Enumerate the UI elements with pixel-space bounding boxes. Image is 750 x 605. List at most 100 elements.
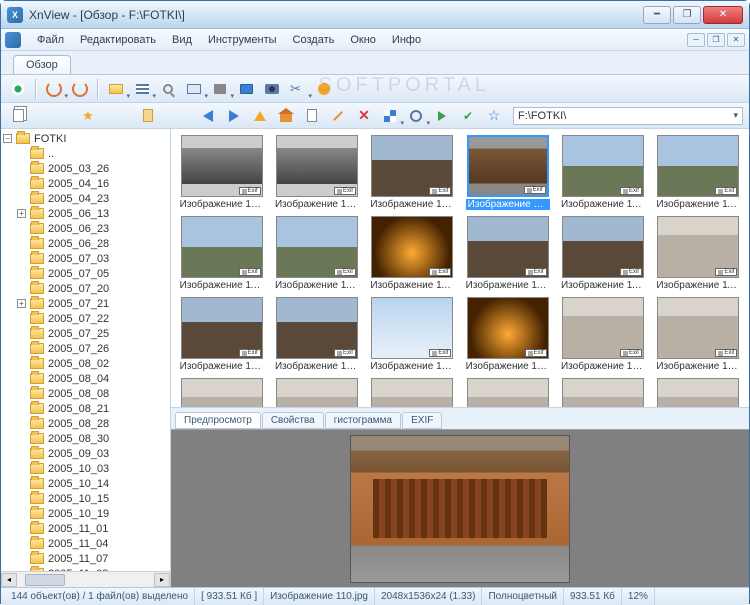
slideshow-button[interactable] xyxy=(183,78,205,100)
thumbnail-item[interactable]: ExifИзображение 12... xyxy=(175,376,268,407)
thumbnail-item[interactable]: ExifИзображение 11... xyxy=(175,214,268,293)
window-minimize-button[interactable]: ━ xyxy=(643,6,671,24)
tree-folder-item[interactable]: +2005_08_21 xyxy=(1,401,170,416)
open-button[interactable] xyxy=(105,78,127,100)
scroll-right-button[interactable]: ▸ xyxy=(154,573,170,587)
thumbnail-item[interactable]: ExifИзображение 12... xyxy=(366,295,459,374)
tree-folder-item[interactable]: +2005_11_01 xyxy=(1,521,170,536)
thumbnail-item[interactable]: ExifИзображение 11... xyxy=(556,133,649,212)
scroll-left-button[interactable]: ◂ xyxy=(1,573,17,587)
thumbnail-image[interactable]: Exif xyxy=(562,216,644,278)
thumbnail-image[interactable]: Exif xyxy=(467,216,549,278)
thumbnail-image[interactable]: Exif xyxy=(562,378,644,407)
thumbnail-image[interactable]: Exif xyxy=(181,216,263,278)
thumbnail-image[interactable]: Exif xyxy=(276,135,358,197)
new-doc-button[interactable] xyxy=(301,105,323,127)
menu-file[interactable]: Файл xyxy=(29,32,72,48)
thumbnail-image[interactable]: Exif xyxy=(276,378,358,407)
tree-folder-item[interactable]: +2005_11_04 xyxy=(1,536,170,551)
thumbnail-item[interactable]: ExifИзображение 12... xyxy=(556,376,649,407)
tree-folder-item[interactable]: +2005_10_15 xyxy=(1,491,170,506)
tree-folder-item[interactable]: +2005_04_23 xyxy=(1,191,170,206)
copy-button[interactable] xyxy=(7,105,29,127)
thumbnail-image[interactable]: Exif xyxy=(467,378,549,407)
thumbnail-item[interactable]: ExifИзображение 12... xyxy=(652,295,745,374)
thumbnail-image[interactable]: Exif xyxy=(657,378,739,407)
menu-info[interactable]: Инфо xyxy=(384,32,429,48)
tree-folder-item[interactable]: +2005_10_14 xyxy=(1,476,170,491)
tree-folder-item[interactable]: +2005_08_02 xyxy=(1,356,170,371)
tree-folder-item[interactable]: +2005_08_30 xyxy=(1,431,170,446)
thumbnail-image[interactable]: Exif xyxy=(657,216,739,278)
mdi-minimize-button[interactable]: ─ xyxy=(687,33,705,47)
thumbnail-item[interactable]: ExifИзображение 11... xyxy=(270,214,363,293)
thumbnail-image[interactable]: Exif xyxy=(371,216,453,278)
menu-edit[interactable]: Редактировать xyxy=(72,32,164,48)
thumbnail-image[interactable]: Exif xyxy=(181,378,263,407)
tree-folder-item[interactable]: +2005_06_23 xyxy=(1,221,170,236)
tree-folder-item[interactable]: +2005_03_26 xyxy=(1,161,170,176)
thumbnail-image[interactable]: Exif xyxy=(181,297,263,359)
play-button[interactable] xyxy=(431,105,453,127)
thumbnail-image[interactable]: Exif xyxy=(562,135,644,197)
thumbnail-item[interactable]: ExifИзображение 12... xyxy=(366,376,459,407)
thumbnail-item[interactable]: ExifИзображение 11... xyxy=(366,214,459,293)
apply-button[interactable]: ✔ xyxy=(457,105,479,127)
thumbnail-item[interactable]: ExifИзображение 11... xyxy=(461,133,554,212)
thumbnail-item[interactable]: ExifИзображение 11... xyxy=(652,214,745,293)
mdi-close-button[interactable]: ✕ xyxy=(727,33,745,47)
preview-button[interactable] xyxy=(7,78,29,100)
thumbnail-item[interactable]: ExifИзображение 11... xyxy=(652,133,745,212)
tree-folder-item[interactable]: +2005_04_16 xyxy=(1,176,170,191)
zoom-button[interactable] xyxy=(405,105,427,127)
thumbnail-image[interactable]: Exif xyxy=(371,297,453,359)
menu-create[interactable]: Создать xyxy=(285,32,343,48)
tree-folder-item[interactable]: +2005_10_19 xyxy=(1,506,170,521)
thumbnail-item[interactable]: ExifИзображение 10... xyxy=(366,133,459,212)
nav-forward-button[interactable] xyxy=(223,105,245,127)
settings-button[interactable] xyxy=(313,78,335,100)
folder-tree[interactable]: −FOTKI+..+2005_03_26+2005_04_16+2005_04_… xyxy=(1,129,170,571)
thumbnail-item[interactable]: ExifИзображение 12... xyxy=(175,295,268,374)
thumbnail-item[interactable]: ExifИзображение 11... xyxy=(461,214,554,293)
tree-folder-item[interactable]: +2005_10_03 xyxy=(1,461,170,476)
menu-window[interactable]: Окно xyxy=(342,32,384,48)
print-button[interactable] xyxy=(209,78,231,100)
tree-folder-item[interactable]: +2005_07_05 xyxy=(1,266,170,281)
thumbnail-image[interactable]: Exif xyxy=(371,135,453,197)
thumbnail-image[interactable]: Exif xyxy=(276,297,358,359)
thumbnail-image[interactable]: Exif xyxy=(467,135,549,197)
nav-home-button[interactable] xyxy=(275,105,297,127)
mdi-restore-button[interactable]: ❐ xyxy=(707,33,725,47)
thumbnail-image[interactable]: Exif xyxy=(371,378,453,407)
thumbnails-button[interactable] xyxy=(379,105,401,127)
thumbnail-image[interactable]: Exif xyxy=(467,297,549,359)
favorite-button[interactable]: ★ xyxy=(77,105,99,127)
thumbnail-item[interactable]: ExifИзображение 12... xyxy=(270,376,363,407)
thumbnail-image[interactable]: Exif xyxy=(657,297,739,359)
scroll-thumb[interactable] xyxy=(25,574,65,586)
tree-root-item[interactable]: −FOTKI xyxy=(1,131,170,146)
tree-folder-item[interactable]: +2005_08_04 xyxy=(1,371,170,386)
menu-tools[interactable]: Инструменты xyxy=(200,32,285,48)
tree-folder-item[interactable]: +2005_07_26 xyxy=(1,341,170,356)
tab-histogram[interactable]: гистограмма xyxy=(325,412,401,429)
tree-horizontal-scrollbar[interactable]: ◂ ▸ xyxy=(1,571,170,587)
tree-folder-item[interactable]: +2005_07_22 xyxy=(1,311,170,326)
address-bar[interactable]: F:\FOTKI\ xyxy=(513,107,743,125)
tab-preview[interactable]: Предпросмотр xyxy=(175,412,261,429)
thumbnail-item[interactable]: ExifИзображение 12... xyxy=(461,295,554,374)
capture-button[interactable] xyxy=(261,78,283,100)
delete-button[interactable]: ✕ xyxy=(353,105,375,127)
thumbnail-item[interactable]: ExifИзображение 12... xyxy=(461,376,554,407)
thumbnail-item[interactable]: ExifИзображение 10... xyxy=(175,133,268,212)
preview-image[interactable] xyxy=(350,435,570,583)
bookmark-button[interactable]: ☆ xyxy=(483,105,505,127)
thumbnail-image[interactable]: Exif xyxy=(657,135,739,197)
tree-folder-item[interactable]: +2005_07_25 xyxy=(1,326,170,341)
thumbnail-image[interactable]: Exif xyxy=(181,135,263,197)
refresh-alt-button[interactable] xyxy=(69,78,91,100)
screen-button[interactable] xyxy=(235,78,257,100)
tree-folder-item[interactable]: +2005_06_13 xyxy=(1,206,170,221)
tab-properties[interactable]: Свойства xyxy=(262,412,324,429)
